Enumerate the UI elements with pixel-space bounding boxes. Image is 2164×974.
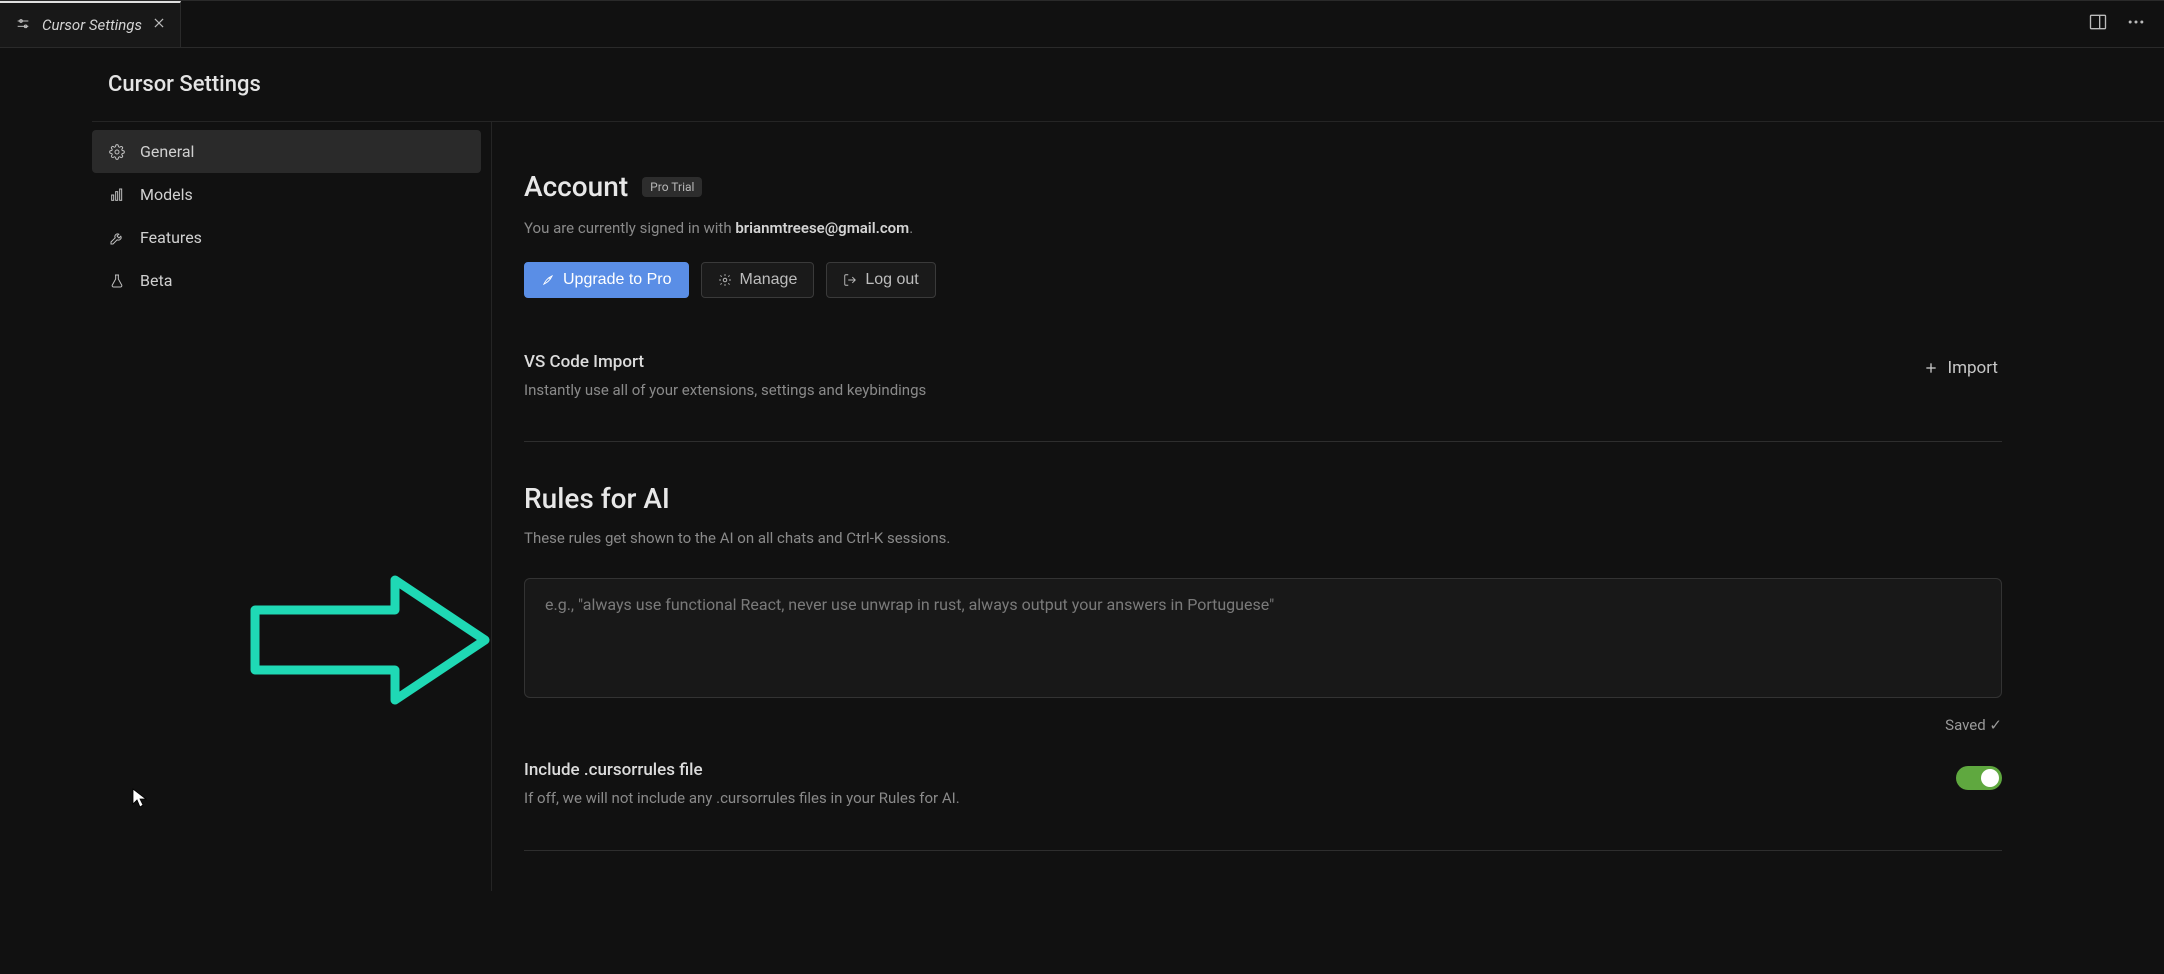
sidebar-item-label: Models (140, 185, 193, 204)
close-icon[interactable] (152, 16, 166, 34)
rules-heading: Rules for AI (524, 482, 2002, 515)
sidebar-item-general[interactable]: General (92, 130, 481, 173)
cursorrules-toggle[interactable] (1956, 766, 2002, 790)
sidebar-item-label: Beta (140, 271, 172, 290)
account-section: Account Pro Trial You are currently sign… (524, 170, 2112, 442)
settings-sidebar: General Models Features Beta (92, 122, 492, 891)
rules-section: Rules for AI These rules get shown to th… (524, 482, 2112, 850)
vscode-import-desc: Instantly use all of your extensions, se… (524, 380, 1895, 402)
rules-saved-status: Saved ✓ (524, 716, 2002, 734)
vscode-import-title: VS Code Import (524, 352, 1895, 372)
more-icon[interactable] (2126, 12, 2146, 36)
gear-icon (108, 143, 126, 161)
signed-in-suffix: . (909, 219, 913, 237)
sidebar-item-beta[interactable]: Beta (92, 259, 481, 302)
bar-chart-icon (108, 186, 126, 204)
page-title: Cursor Settings (0, 72, 2164, 121)
manage-button[interactable]: Manage (701, 262, 815, 298)
sidebar-item-features[interactable]: Features (92, 216, 481, 259)
upgrade-button[interactable]: Upgrade to Pro (524, 262, 689, 298)
tab-cursor-settings[interactable]: Cursor Settings (0, 1, 181, 47)
sliders-icon (14, 16, 32, 34)
manage-label: Manage (740, 271, 798, 289)
section-divider (524, 850, 2002, 851)
import-button[interactable]: Import (1919, 352, 2002, 384)
sidebar-item-label: General (140, 142, 194, 161)
signed-in-prefix: You are currently signed in with (524, 219, 735, 237)
rules-textarea[interactable] (524, 578, 2002, 698)
rocket-icon (541, 273, 555, 287)
plus-icon (1923, 360, 1939, 376)
account-heading: Account (524, 170, 628, 203)
account-plan-badge: Pro Trial (642, 177, 702, 197)
upgrade-label: Upgrade to Pro (563, 271, 672, 289)
sidebar-item-models[interactable]: Models (92, 173, 481, 216)
gear-icon (718, 273, 732, 287)
import-label: Import (1947, 358, 1998, 378)
cursorrules-desc: If off, we will not include any .cursorr… (524, 788, 1932, 810)
logout-icon (843, 273, 857, 287)
section-divider (524, 441, 2002, 442)
settings-main: Account Pro Trial You are currently sign… (492, 122, 2112, 891)
tab-bar: Cursor Settings (0, 0, 2164, 48)
tab-title: Cursor Settings (42, 16, 142, 34)
sidebar-item-label: Features (140, 228, 202, 247)
tools-icon (108, 229, 126, 247)
logout-button[interactable]: Log out (826, 262, 935, 298)
toggle-knob (1981, 769, 1999, 787)
logout-label: Log out (865, 271, 918, 289)
account-email: brianmtreese@gmail.com (735, 219, 909, 237)
split-editor-icon[interactable] (2088, 12, 2108, 36)
flask-icon (108, 272, 126, 290)
cursorrules-title: Include .cursorrules file (524, 760, 1932, 780)
account-signed-in-text: You are currently signed in with brianmt… (524, 217, 2002, 240)
rules-desc: These rules get shown to the AI on all c… (524, 527, 2002, 550)
